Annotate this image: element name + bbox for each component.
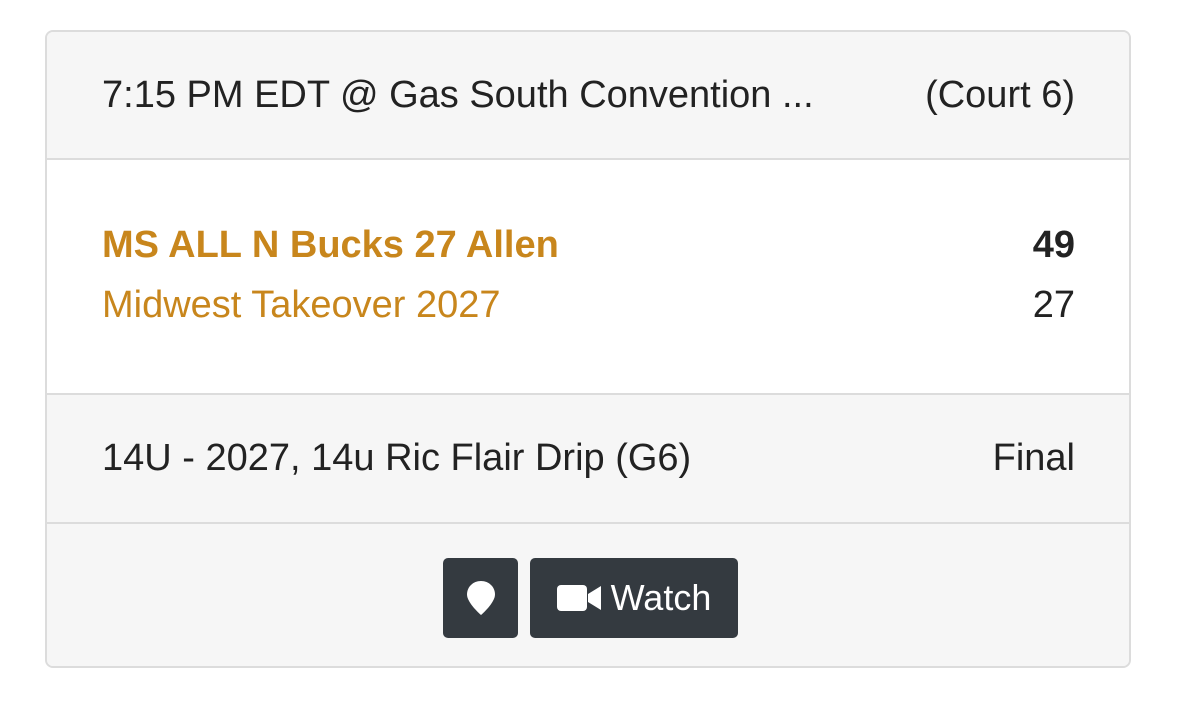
game-card: 7:15 PM EDT @ Gas South Convention ... (…	[45, 30, 1131, 668]
game-status: Final	[992, 437, 1075, 479]
team-link-home[interactable]: MS ALL N Bucks 27 Allen	[102, 224, 559, 267]
time-venue-text: 7:15 PM EDT @ Gas South Convention ...	[102, 73, 814, 116]
watch-label: Watch	[610, 577, 712, 618]
map-marker-icon	[466, 581, 495, 615]
team-score-away: 27	[1032, 284, 1075, 326]
court-text: (Court 6)	[925, 73, 1075, 116]
game-header: 7:15 PM EDT @ Gas South Convention ... (…	[47, 32, 1129, 160]
teams-section: MS ALL N Bucks 27 Allen 49 Midwest Takeo…	[47, 160, 1129, 395]
team-row-winner: MS ALL N Bucks 27 Allen 49	[102, 224, 1075, 267]
video-camera-icon	[556, 585, 601, 611]
team-row-loser: Midwest Takeover 2027 27	[102, 284, 1075, 327]
game-info: 14U - 2027, 14u Ric Flair Drip (G6) Fina…	[47, 395, 1129, 524]
team-score-home: 49	[1032, 224, 1075, 266]
map-button[interactable]	[443, 558, 518, 638]
division-text: 14U - 2027, 14u Ric Flair Drip (G6)	[102, 437, 692, 479]
actions-section: Watch	[47, 524, 1129, 666]
team-link-away[interactable]: Midwest Takeover 2027	[102, 284, 501, 327]
watch-button[interactable]: Watch	[530, 558, 738, 638]
